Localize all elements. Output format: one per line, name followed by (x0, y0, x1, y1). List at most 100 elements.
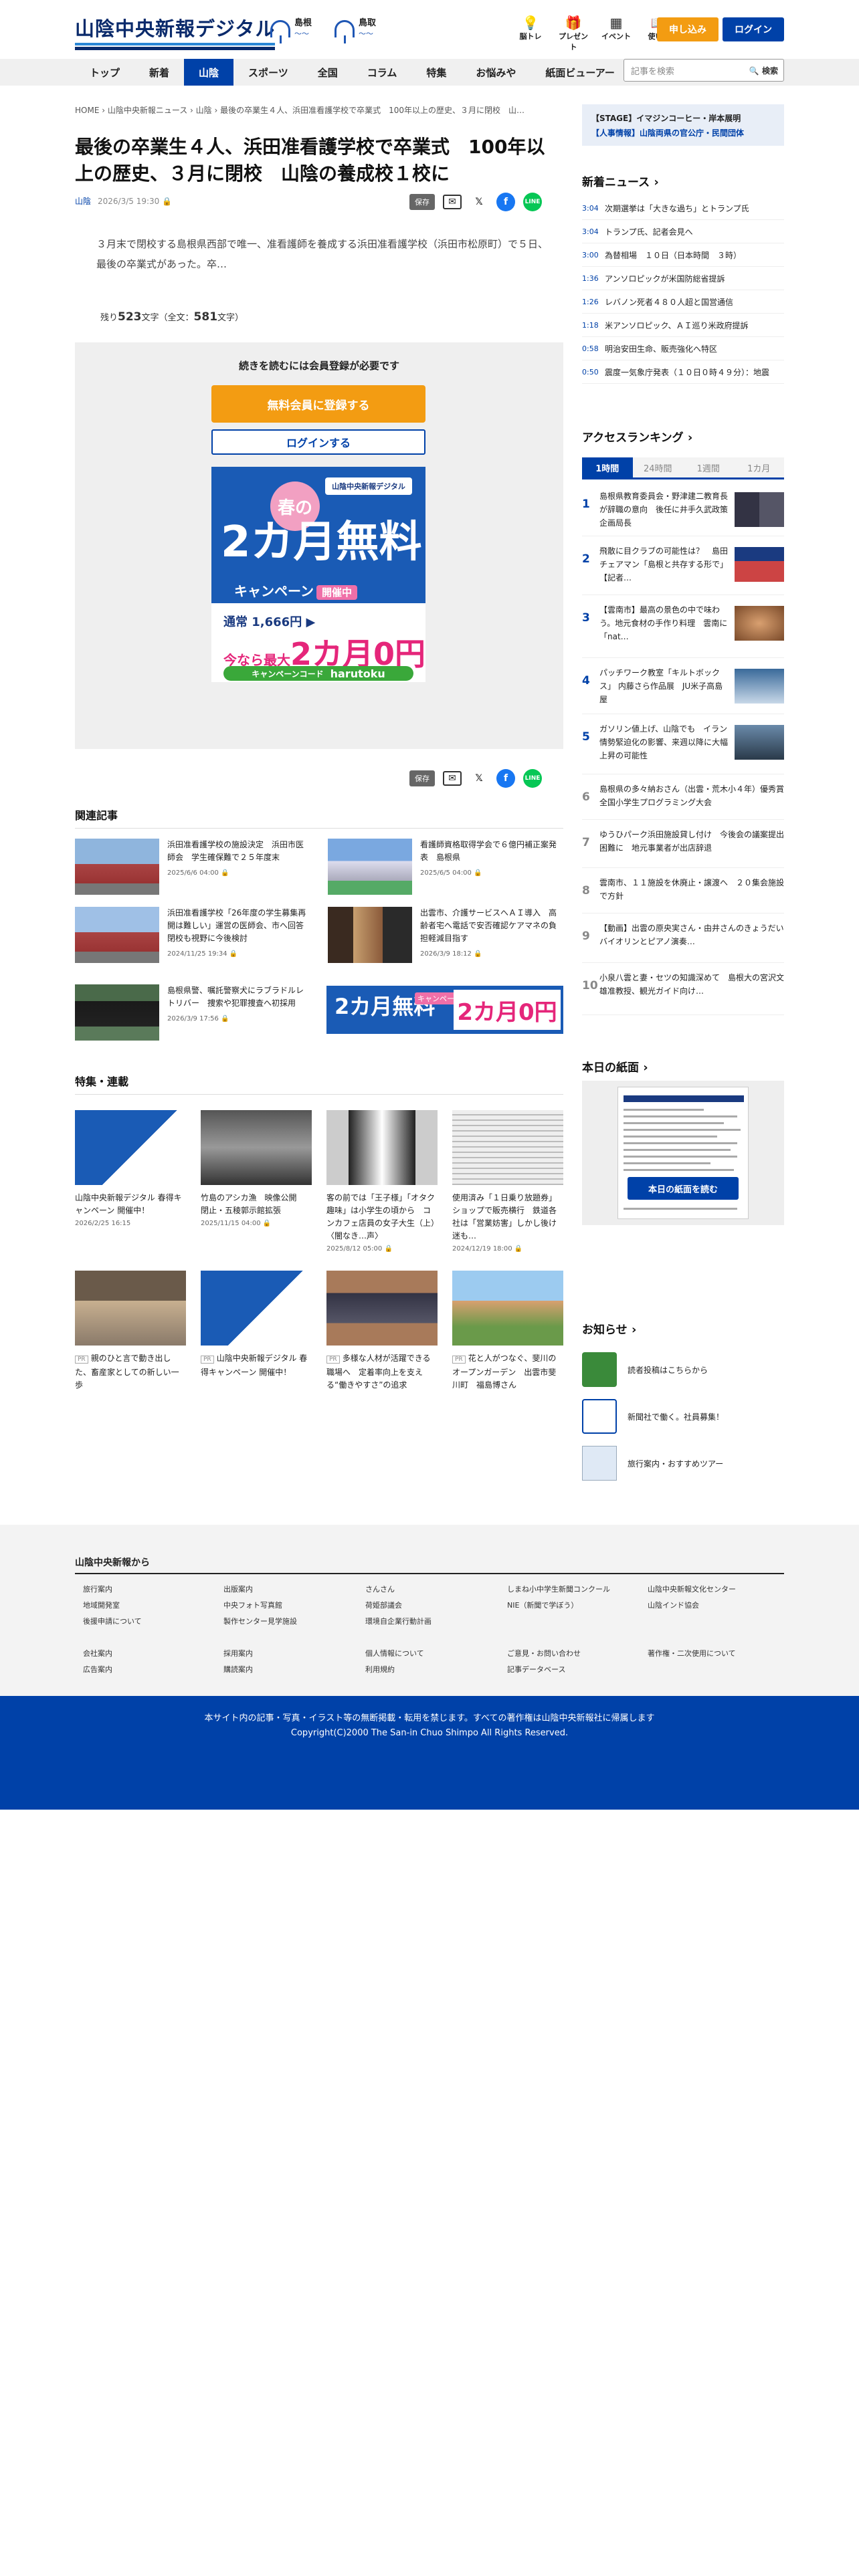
mail-icon[interactable]: ✉ (443, 195, 462, 209)
news-item[interactable]: 0:58 明治安田生命、販売強化へ特区 (582, 337, 784, 360)
facebook-icon[interactable]: f (496, 769, 515, 788)
ranking-item[interactable]: 3 【雲南市】最高の景色の中で味わう。地元食材の手作り料理 雲南に「nat… (582, 599, 784, 658)
footer-link[interactable]: しまね小中学生新聞コンクール (507, 1584, 610, 1594)
sidebar-banner[interactable]: 【STAGE】イマジンコーヒー・岸本展明 【人事情報】山陰両県の官公庁・民間団体 (582, 104, 784, 146)
login-button[interactable]: ログイン (723, 17, 784, 41)
ranking-tab[interactable]: 24時間 (632, 457, 683, 477)
mail-icon[interactable]: ✉ (443, 771, 462, 786)
ranking-tab[interactable]: 1時間 (582, 457, 633, 477)
ranking-item[interactable]: 9 【動画】出雲の原央実さん・由井さんのきょうだい バイオリンとピアノ演奏… (582, 918, 792, 963)
subscribe-button[interactable]: 申し込み (657, 17, 719, 41)
ranking-item[interactable]: 6 島根県の多々納おさん（出雲・荒木小４年）優秀賞 全国小学生プログラミング大会 (582, 778, 792, 820)
tab-new[interactable]: 新着 (134, 59, 184, 86)
footer-link[interactable]: 会社案内 (83, 1648, 112, 1658)
search-button[interactable]: 🔍 検索 (749, 65, 778, 76)
footer-link[interactable]: 記事データベース (507, 1664, 565, 1675)
ranking-item[interactable]: 7 ゆうひパーク浜田施設貸し付け 今後会の議案提出困難に 地元事業者が出店辞退 (582, 824, 784, 868)
news-item[interactable]: 3:00 為替相場 １０日（日本時間 ３時） (582, 243, 784, 267)
footer-link[interactable]: 荷姫部議会 (365, 1600, 402, 1610)
tab-sports[interactable]: スポーツ (233, 59, 303, 86)
footer-link[interactable]: 山陰インド協会 (648, 1600, 699, 1610)
footer-link[interactable]: 利用規約 (365, 1664, 395, 1675)
feature-card[interactable]: 客の前では「王子様」「オタク趣味」は小学生の頃から コンカフェ店員の女子大生（上… (326, 1110, 438, 1253)
tab-feature[interactable]: 特集 (411, 59, 461, 86)
ranking-tab[interactable]: 1カ月 (733, 457, 784, 477)
info-heading[interactable]: お知らせ (582, 1320, 636, 1337)
campaign-banner[interactable]: 山陰中央新報デジタル 春の 2カ月無料 キャンペーン 開催中 通常 1,666円 … (211, 467, 425, 682)
read-paper-button[interactable]: 本日の紙面を読む (628, 1177, 739, 1200)
footer-link[interactable]: 環境自企業行動計画 (365, 1616, 432, 1626)
footer-link[interactable]: 購読案内 (223, 1664, 253, 1675)
feature-card[interactable]: 使用済み「１日乗り放題券」ショップで販売横行 鉄道各社は「営業妨害」しかし後け迷… (452, 1110, 563, 1253)
related-campaign-banner[interactable]: 2カ月無料 キャンペーン 2カ月0円 (326, 986, 563, 1034)
news-item[interactable]: 1:18 米アンソロピック、ＡＩ巡り米政府提訴 (582, 314, 784, 337)
breadcrumb[interactable]: HOME › 山陰中央新報ニュース › 山陰 › 最後の卒業生４人、浜田准看護学… (75, 104, 563, 116)
event-link[interactable]: ▦ イベント (599, 15, 633, 52)
info-item[interactable]: 読者投稿はこちらから (582, 1352, 708, 1387)
feature-card[interactable]: 竹島のアシカ漁 映像公開 閉止・五稜郭示館拡張 2025/11/15 04:00… (201, 1110, 312, 1227)
feature-card[interactable]: PR 花と人がつなぐ、斐川のオープンガーデン 出雲市斐川町 福島博さん (452, 1271, 563, 1392)
footer-link[interactable]: 出版案内 (223, 1584, 253, 1594)
footer-link[interactable]: さんさん (365, 1584, 395, 1594)
brain-training-link[interactable]: 💡 脳トレ (514, 15, 547, 52)
footer-link[interactable]: 製作センター見学施設 (223, 1616, 297, 1626)
related-item[interactable]: 看護師資格取得学会で６億円補正案発表 島根県 2025/6/5 04:00 🔒 (328, 839, 561, 895)
ranking-item[interactable]: 5 ガソリン値上げ、山陰でも イラン情勢緊迫化の影響、来週以降に大幅上昇の可能性 (582, 718, 784, 774)
footer-link[interactable]: 採用案内 (223, 1648, 253, 1658)
news-item[interactable]: 1:36 アンソロピックが米国防総省提訴 (582, 267, 784, 290)
footer-link[interactable]: 個人情報について (365, 1648, 424, 1658)
footer-link[interactable]: 著作権・二次使用について (648, 1648, 736, 1658)
related-item[interactable]: 浜田准看護学校「26年度の学生募集再開は難しい」運営の医師会、市へ回答 閉校も視… (75, 907, 312, 963)
category-link[interactable]: 山陰 (75, 197, 91, 206)
tab-column[interactable]: コラム (353, 59, 412, 86)
footer-link[interactable]: 中央フォト写真館 (223, 1600, 282, 1610)
footer-link[interactable]: 山陰中央新報文化センター (648, 1584, 736, 1594)
x-icon[interactable]: 𝕏 (470, 769, 488, 788)
related-item[interactable]: 島根県警、嘱託警察犬にラブラドルレトリバー 捜索や犯罪捜査へ初採用 2026/3/… (75, 984, 308, 1041)
search-input[interactable]: 記事を検索 🔍 検索 (624, 59, 784, 82)
feature-card[interactable]: PR 山陰中央新報デジタル 春得キャンペーン 開催中！ (201, 1271, 312, 1379)
news-item[interactable]: 1:26 レバノン死者４８０人超と国営通信 (582, 290, 784, 314)
feature-card[interactable]: PR 親のひと言で動き出した、畜産家としての新しい一歩 (75, 1271, 186, 1392)
related-item[interactable]: 浜田准看護学校の施設決定 浜田市医師会 学生確保難で２５年度末 2025/6/6 … (75, 839, 308, 895)
related-item[interactable]: 出雲市、介護サービスへＡＩ導入 高齢者宅へ電話で安否確認ケアマネの負担軽減目指す… (328, 907, 561, 963)
line-icon[interactable]: LINE (523, 193, 542, 211)
info-item[interactable]: 旅行案内・おすすめツアー (582, 1446, 723, 1481)
site-logo[interactable]: 山陰中央新報デジタル (75, 13, 276, 50)
tab-national[interactable]: 全国 (303, 59, 353, 86)
news-heading[interactable]: 新着ニュース (582, 173, 659, 189)
x-icon[interactable]: 𝕏 (470, 193, 488, 211)
footer-link[interactable]: 広告案内 (83, 1664, 112, 1675)
news-item[interactable]: 3:04 トランプ氏、記者会見へ (582, 220, 784, 243)
feature-card[interactable]: 山陰中央新報デジタル 春得キャンペーン 開催中！ 2026/2/25 16:15 (75, 1110, 186, 1227)
tab-sanin[interactable]: 山陰 (184, 59, 234, 86)
present-link[interactable]: 🎁 プレゼント (557, 15, 590, 52)
ranking-item[interactable]: 8 雲南市、１１施設を休廃止・譲渡へ ２０集会施設で方針 (582, 872, 784, 914)
weather-shimane[interactable]: 島根 〜〜 (270, 19, 312, 43)
save-button[interactable]: 保存 (409, 194, 435, 210)
ranking-item[interactable]: 1 島根県教育委員会・野津建二教育長が辞職の意向 後任に井手久武政策企画局長 (582, 486, 784, 536)
tab-top[interactable]: トップ (75, 59, 134, 86)
footer-link[interactable]: ご意見・お問い合わせ (507, 1648, 581, 1658)
ranking-item[interactable]: 2 飛散に⽬クラブの可能性は？ 島田チェアマン「島根と共存する形で」【記者… (582, 540, 784, 595)
news-item[interactable]: 0:50 震度一気象庁発表（１０日０時４９分）：地震 (582, 360, 784, 384)
footer-link[interactable]: 旅行案内 (83, 1584, 112, 1594)
tab-advice[interactable]: お悩みや (461, 59, 531, 86)
paper-heading[interactable]: 本日の紙面 (582, 1058, 648, 1075)
footer-link[interactable]: NIE（新聞で学ぼう） (507, 1600, 578, 1610)
info-item[interactable]: 新聞社で働く。社員募集！ (582, 1399, 724, 1434)
footer-link[interactable]: 地域開発室 (83, 1600, 120, 1610)
footer-link[interactable]: 後援申請について (83, 1616, 142, 1626)
news-item[interactable]: 3:04 次期選挙は「大きな過ち」とトランプ氏 (582, 197, 784, 220)
save-button[interactable]: 保存 (409, 770, 435, 786)
tab-paper-viewer[interactable]: 紙面ビューアー (531, 59, 630, 86)
feature-card[interactable]: PR 多様な人材が活躍できる職場へ 定着率向上を支える“働きやすさ”の追求 (326, 1271, 438, 1392)
line-icon[interactable]: LINE (523, 769, 542, 788)
ranking-tab[interactable]: 1週間 (683, 457, 734, 477)
weather-tottori[interactable]: 鳥取 〜〜 (335, 19, 376, 43)
ranking-heading[interactable]: アクセスランキング (582, 428, 692, 445)
facebook-icon[interactable]: f (496, 193, 515, 211)
ranking-item[interactable]: 10 小泉八雲と妻・セツの知識深めて 島根大の宮沢文雄准教授、観光ガイド向け… (582, 967, 784, 1015)
paywall-login-button[interactable]: ログインする (211, 429, 425, 455)
ranking-item[interactable]: 4 パッチワーク教室「キルトボックス」 内藤さら作品展 JU米子高島屋 (582, 662, 784, 714)
